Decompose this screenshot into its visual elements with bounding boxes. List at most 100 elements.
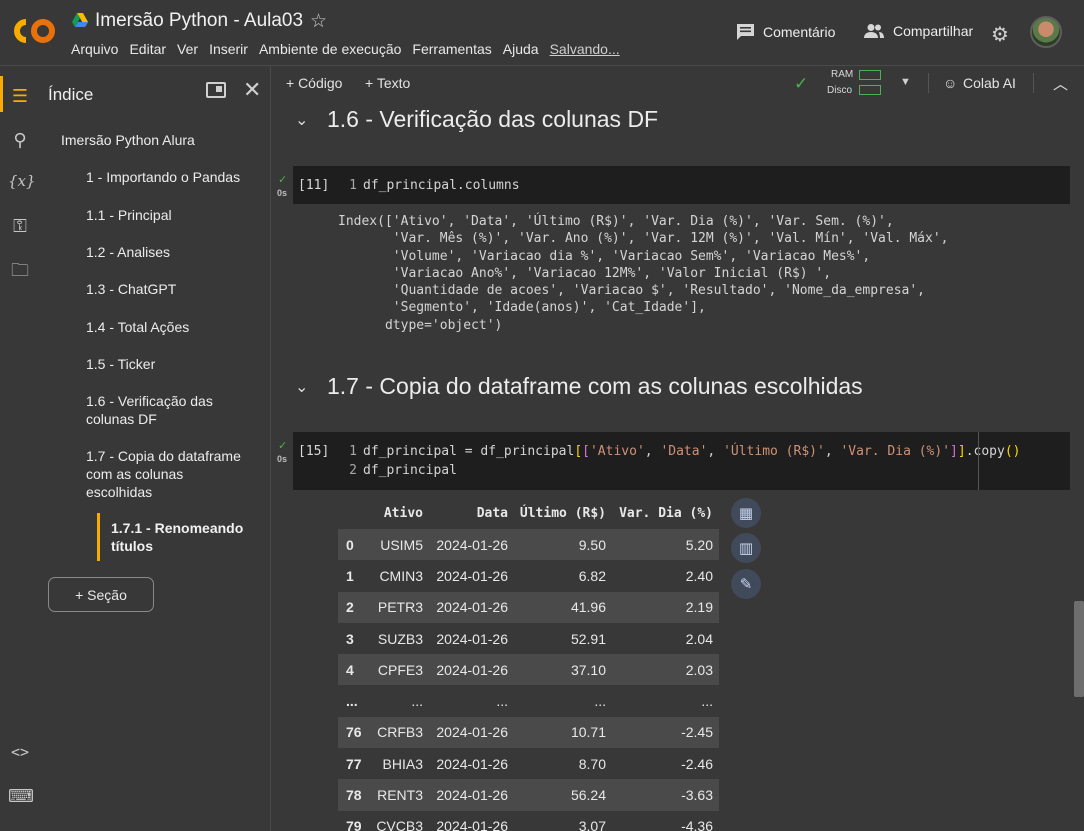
- menu-ver[interactable]: Ver: [177, 41, 198, 57]
- table-row: 1 CMIN3 2024-01-26 6.82 2.40: [338, 560, 719, 591]
- toc-item-1-2[interactable]: 1.2 - Analises: [86, 243, 170, 261]
- table-cell: ...: [594, 693, 606, 710]
- table-cell: 41.96: [514, 591, 612, 623]
- table-cell: BHIA3: [382, 755, 423, 772]
- table-row: 0 USIM5 2024-01-26 9.50 5.20: [338, 529, 719, 561]
- toc-item-imersao[interactable]: Imersão Python Alura: [61, 131, 195, 149]
- collapse-toolbar-icon[interactable]: ︿: [1053, 73, 1068, 94]
- heading-1-6: ⌄ 1.6 - Verificação das colunas DF: [295, 106, 658, 133]
- table-cell: CMIN3: [379, 567, 423, 584]
- ruler-line: [978, 432, 979, 490]
- scrollbar[interactable]: [1074, 601, 1084, 697]
- avatar[interactable]: [1030, 16, 1062, 48]
- table-cell: 2024-01-26: [429, 716, 514, 749]
- colab-logo[interactable]: [12, 16, 58, 46]
- table-view-icon[interactable]: ▦: [731, 498, 761, 528]
- chart-suggestion-icon[interactable]: ▥: [731, 533, 761, 563]
- disk-label: Disco: [827, 85, 853, 96]
- column-header: Ativo: [383, 506, 423, 521]
- table-cell: 2024-01-26: [436, 755, 508, 772]
- table-cell: 2024-01-26: [429, 779, 514, 811]
- close-icon[interactable]: ✕: [243, 77, 261, 103]
- comment-label: Comentário: [763, 24, 836, 40]
- comment-button[interactable]: Comentário: [736, 23, 835, 41]
- table-row: 79 CVCB3 2024-01-26 3.07 -4.36: [338, 811, 719, 831]
- table-row: 77 BHIA3 2024-01-26 8.70 -2.46: [338, 748, 719, 779]
- toc-item-1[interactable]: 1 - Importando o Pandas: [86, 168, 240, 186]
- open-in-tab-icon[interactable]: [206, 82, 226, 98]
- toc-active-indicator: [97, 513, 100, 561]
- toc-item-1-6[interactable]: 1.6 - Verificação das colunas DF: [86, 392, 236, 428]
- menu-arquivo[interactable]: Arquivo: [71, 41, 118, 57]
- saving-status[interactable]: Salvando...: [550, 41, 620, 57]
- column-header: Data: [476, 506, 508, 521]
- code-line-1: 1 df_principal = df_principal[['Ativo', '…: [349, 444, 1021, 459]
- toc-item-1-3[interactable]: 1.3 - ChatGPT: [86, 280, 176, 298]
- cell-success-icon: ✓: [278, 174, 288, 186]
- terminal-icon[interactable]: ⌨: [8, 784, 34, 808]
- key-icon[interactable]: ⚿: [8, 214, 32, 238]
- table-cell: 52.91: [570, 630, 606, 647]
- toc-item-1-4[interactable]: 1.4 - Total Ações: [86, 318, 189, 336]
- table-cell: -4.36: [681, 818, 713, 831]
- search-icon[interactable]: ⚲: [8, 128, 32, 152]
- menu-ajuda[interactable]: Ajuda: [503, 41, 539, 57]
- disk-meter[interactable]: [859, 85, 881, 95]
- table-cell: 37.10: [514, 654, 612, 686]
- runtime-dropdown-icon[interactable]: ▼: [900, 76, 911, 88]
- toc-item-1-5[interactable]: 1.5 - Ticker: [86, 355, 155, 373]
- ram-meter[interactable]: [859, 70, 881, 80]
- table-cell: CPFE3: [371, 654, 429, 686]
- menu-inserir[interactable]: Inserir: [209, 41, 248, 57]
- comment-icon: [737, 24, 754, 40]
- toc-sidebar: Índice ✕ Imersão Python Alura 1 - Import…: [40, 66, 271, 831]
- exec-count: [11]: [298, 178, 330, 193]
- variables-icon[interactable]: {x}: [8, 169, 36, 193]
- code-cell-11[interactable]: [11] 1 df_principal.columns: [293, 166, 1070, 204]
- menu-ambiente[interactable]: Ambiente de execução: [259, 41, 401, 57]
- colab-ai-button[interactable]: Colab AI: [963, 75, 1016, 91]
- cell-success-icon: ✓: [278, 440, 288, 452]
- people-icon: [864, 24, 884, 38]
- left-rail: ☰ ⚲ {x} ⚿ 🗀 <> ⌨: [0, 66, 40, 831]
- menu-ferramentas[interactable]: Ferramentas: [412, 41, 491, 57]
- row-index: 0: [338, 529, 371, 561]
- toc-icon[interactable]: ☰: [8, 84, 32, 108]
- share-button[interactable]: Compartilhar: [863, 23, 973, 39]
- toc-item-1-1[interactable]: 1.1 - Principal: [86, 206, 172, 224]
- menu-editar[interactable]: Editar: [129, 41, 166, 57]
- code-snippets-icon[interactable]: <>: [8, 740, 32, 764]
- toc-item-1-7[interactable]: 1.7 - Copia do dataframe com as colunas …: [86, 447, 251, 501]
- notebook-title[interactable]: Imersão Python - Aula03: [95, 10, 303, 32]
- code-line-2: 2 df_principal: [349, 463, 457, 478]
- row-index: 79: [346, 818, 362, 831]
- table-cell: SUZB3: [377, 630, 423, 647]
- add-text-button[interactable]: + Texto: [365, 75, 410, 91]
- connected-check-icon: ✓: [794, 74, 809, 93]
- drive-icon[interactable]: [72, 13, 88, 27]
- folder-icon[interactable]: 🗀: [8, 258, 32, 282]
- magic-wand-icon[interactable]: ✎: [731, 569, 761, 599]
- column-header: Var. Dia (%): [619, 506, 713, 521]
- table-cell: CVCB3: [376, 818, 423, 831]
- collapse-chevron-icon[interactable]: ⌄: [295, 377, 311, 397]
- table-cell: 8.70: [578, 755, 606, 772]
- collapse-chevron-icon[interactable]: ⌄: [295, 110, 311, 130]
- star-icon[interactable]: ☆: [310, 10, 327, 33]
- gear-icon[interactable]: ⚙: [991, 22, 1009, 47]
- toc-item-1-7-1[interactable]: 1.7.1 - Renomeando títulos: [111, 519, 251, 555]
- table-cell: 3.07: [578, 818, 606, 831]
- colab-ai-icon[interactable]: ☺: [943, 75, 957, 91]
- add-section-button[interactable]: + Seção: [48, 577, 154, 612]
- table-row: 2 PETR3 2024-01-26 41.96 2.19: [338, 591, 719, 623]
- sidebar-title: Índice: [48, 85, 94, 104]
- add-code-button[interactable]: + Código: [286, 75, 342, 91]
- cell-exec-time: 0s: [277, 454, 288, 464]
- table-row: ...............: [338, 685, 719, 716]
- heading-1-7: ⌄ 1.7 - Copia do dataframe com as coluna…: [295, 373, 863, 400]
- code-cell-15[interactable]: [15] 1 df_principal = df_principal[['Ativ…: [293, 432, 1070, 490]
- table-cell: USIM5: [371, 529, 429, 561]
- toolbar-divider: [928, 73, 929, 93]
- cell-11-output: Index(['Ativo', 'Data', 'Último (R$)', '…: [338, 214, 949, 333]
- rail-active-indicator: [0, 76, 3, 112]
